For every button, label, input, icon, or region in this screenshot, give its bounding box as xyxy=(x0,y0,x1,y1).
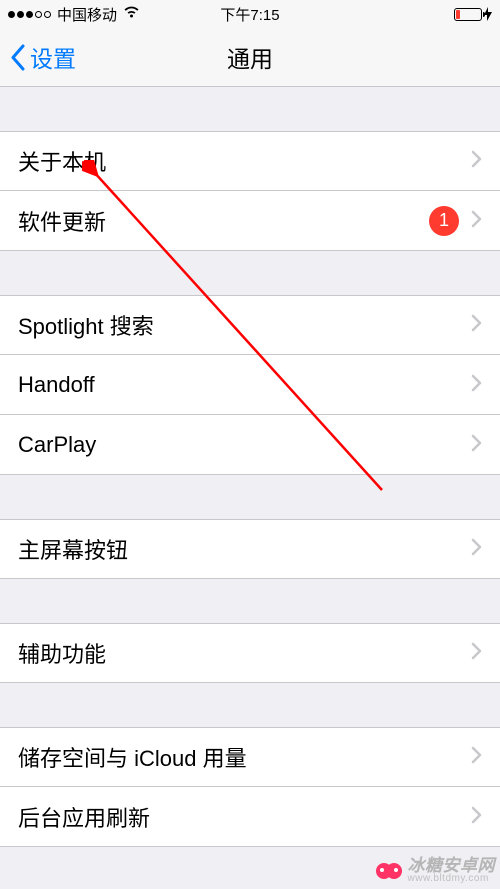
settings-row[interactable]: 软件更新 1 xyxy=(0,191,500,251)
signal-strength-icon xyxy=(8,11,51,18)
row-right xyxy=(471,312,482,338)
back-label: 设置 xyxy=(30,40,76,74)
settings-group: 主屏幕按钮 xyxy=(0,519,500,579)
back-button[interactable]: 设置 xyxy=(10,40,76,74)
settings-row[interactable]: 后台应用刷新 xyxy=(0,787,500,847)
settings-group: 储存空间与 iCloud 用量后台应用刷新 xyxy=(0,727,500,847)
settings-row-label: 储存空间与 iCloud 用量 xyxy=(18,741,247,773)
status-right xyxy=(454,7,492,21)
settings-row[interactable]: 关于本机 xyxy=(0,131,500,191)
chevron-right-icon xyxy=(471,208,482,234)
settings-group: 关于本机软件更新 1 xyxy=(0,131,500,251)
wifi-icon xyxy=(123,6,140,23)
row-right xyxy=(471,148,482,174)
watermark-text: 冰糖安卓网 xyxy=(408,857,496,874)
chevron-right-icon xyxy=(471,804,482,830)
settings-row[interactable]: Handoff xyxy=(0,355,500,415)
chevron-right-icon xyxy=(471,148,482,174)
charging-icon xyxy=(484,7,492,21)
settings-group: Spotlight 搜索 Handoff CarPlay xyxy=(0,295,500,475)
carrier-label: 中国移动 xyxy=(57,4,117,25)
row-right xyxy=(471,432,482,458)
settings-row-label: CarPlay xyxy=(18,432,96,458)
chevron-right-icon xyxy=(471,536,482,562)
watermark-logo-icon xyxy=(375,861,403,881)
settings-row-label: 后台应用刷新 xyxy=(18,801,150,833)
settings-group: 辅助功能 xyxy=(0,623,500,683)
settings-row[interactable]: 储存空间与 iCloud 用量 xyxy=(0,727,500,787)
chevron-right-icon xyxy=(471,640,482,666)
row-right xyxy=(471,744,482,770)
row-right xyxy=(471,640,482,666)
row-right xyxy=(471,804,482,830)
settings-row-label: 软件更新 xyxy=(18,205,106,237)
page-title: 通用 xyxy=(227,40,273,74)
settings-row-label: Spotlight 搜索 xyxy=(18,309,154,341)
settings-row-label: 辅助功能 xyxy=(18,637,106,669)
settings-row[interactable]: Spotlight 搜索 xyxy=(0,295,500,355)
chevron-right-icon xyxy=(471,432,482,458)
chevron-right-icon xyxy=(471,372,482,398)
row-right: 1 xyxy=(429,206,482,236)
chevron-right-icon xyxy=(471,312,482,338)
settings-row-label: Handoff xyxy=(18,372,95,398)
settings-row-label: 关于本机 xyxy=(18,145,106,177)
watermark-url: www.bltdmy.com xyxy=(408,874,496,884)
chevron-right-icon xyxy=(471,744,482,770)
nav-bar: 设置 通用 xyxy=(0,28,500,87)
status-left: 中国移动 xyxy=(8,4,140,25)
settings-content: 关于本机软件更新 1 Spotlight 搜索 Handoff CarPlay 主屏幕按钮… xyxy=(0,131,500,847)
watermark: 冰糖安卓网 www.bltdmy.com xyxy=(375,857,496,884)
row-right xyxy=(471,536,482,562)
battery-icon xyxy=(454,8,482,21)
back-chevron-icon xyxy=(10,44,26,71)
settings-row[interactable]: CarPlay xyxy=(0,415,500,475)
status-time: 下午7:15 xyxy=(220,4,279,25)
update-badge: 1 xyxy=(429,206,459,236)
settings-row[interactable]: 辅助功能 xyxy=(0,623,500,683)
row-right xyxy=(471,372,482,398)
settings-row[interactable]: 主屏幕按钮 xyxy=(0,519,500,579)
status-bar: 中国移动 下午7:15 xyxy=(0,0,500,28)
settings-row-label: 主屏幕按钮 xyxy=(18,533,128,565)
